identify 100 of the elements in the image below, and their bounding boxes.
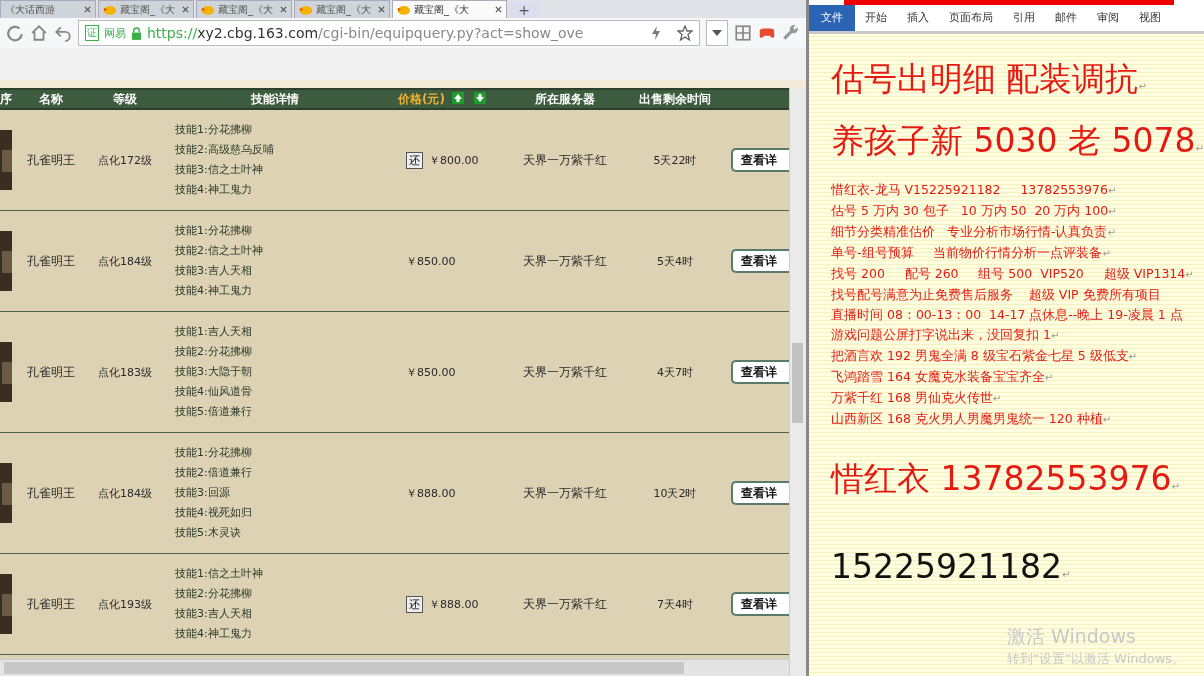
- close-icon[interactable]: [280, 6, 287, 13]
- table-cell-text: 5天22时: [652, 152, 698, 168]
- document-text: 惜红衣 13782553976: [831, 459, 1172, 498]
- paragraph-mark: ↵: [1044, 372, 1054, 383]
- paragraph-mark: ↵: [1185, 269, 1194, 280]
- home-icon[interactable]: [30, 24, 48, 42]
- view-details-button[interactable]: 查看详: [731, 249, 789, 273]
- vertical-scrollbar[interactable]: [789, 88, 806, 676]
- browser-tab[interactable]: 藏宝阁_《大: [294, 0, 390, 18]
- view-details-button[interactable]: 查看详: [731, 481, 789, 505]
- ribbon-tab[interactable]: 引用: [1003, 5, 1045, 31]
- skill-text: 技能3:吉人天相: [175, 606, 253, 622]
- grid-icon[interactable]: [734, 24, 752, 42]
- table-cell-text: 天界一万紫千红: [522, 151, 608, 169]
- skill-text: 技能4:神工鬼力: [175, 283, 253, 299]
- skill-text: 技能1:吉人天相: [175, 324, 253, 340]
- paragraph-mark: ↵: [1107, 185, 1117, 196]
- price-text: ￥850.00: [406, 253, 456, 269]
- table-cell-text: 天界一万紫千红: [522, 252, 608, 270]
- paragraph-mark: ↵: [1102, 414, 1111, 425]
- paragraph-mark: ↵: [1107, 227, 1116, 238]
- skill-text: 技能2:高级慈乌反哺: [175, 142, 275, 158]
- back-icon[interactable]: [54, 24, 72, 42]
- new-tab-button[interactable]: +: [509, 2, 539, 18]
- skill-text: 技能1:分花拂柳: [175, 445, 253, 461]
- skill-text: 技能4:仙风道骨: [175, 384, 253, 400]
- paragraph-mark: ↵: [1108, 206, 1117, 217]
- ribbon-tab[interactable]: 页面布局: [939, 5, 1003, 31]
- sort-down-icon[interactable]: [474, 92, 486, 104]
- table-cell-text: 天界一万紫千红: [522, 595, 608, 613]
- close-icon[interactable]: [182, 6, 189, 13]
- document-text: 万紫千红 168 男仙克火传世: [831, 390, 993, 405]
- column-header: 所在服务器: [534, 90, 596, 108]
- view-details-button[interactable]: 查看详: [731, 360, 789, 384]
- paragraph-mark: ↵: [1171, 481, 1180, 492]
- table-cell-text: 点化183级: [97, 364, 153, 380]
- table-cell-text: 天界一万紫千红: [522, 484, 608, 502]
- view-details-button[interactable]: 查看详: [731, 148, 789, 172]
- paragraph-mark: ↵: [1061, 569, 1071, 580]
- skill-text: 技能5:倍道兼行: [175, 404, 253, 420]
- document-text: 把酒言欢 192 男鬼全满 8 级宝石紫金七星 5 级低支: [831, 348, 1129, 363]
- skill-text: 技能4:神工鬼力: [175, 182, 253, 198]
- ribbon-tab[interactable]: 邮件: [1045, 5, 1087, 31]
- browser-tab[interactable]: 《大话西游: [0, 0, 96, 18]
- skill-text: 技能2:分花拂柳: [175, 344, 253, 360]
- ribbon-tab[interactable]: 视图: [1129, 5, 1171, 31]
- paragraph-mark: ↵: [1138, 81, 1147, 92]
- close-icon[interactable]: [84, 6, 91, 13]
- document-text: 找号配号满意为止免费售后服务 超级 VIP 免费所有项目: [831, 287, 1161, 302]
- document-text: 飞鸿踏雪 164 女魔克水装备宝宝齐全: [831, 369, 1045, 384]
- star-icon[interactable]: [677, 25, 693, 41]
- skill-text: 技能2:分花拂柳: [175, 586, 253, 602]
- sort-up-icon[interactable]: [452, 92, 464, 104]
- caret-icon: [712, 30, 722, 36]
- price-text: ￥800.00: [429, 152, 479, 168]
- ribbon-tab[interactable]: 文件: [809, 5, 855, 31]
- document-text: 直播时间 08：00-13：00 14-17 点休息--晚上 19-凌晨 1 点: [831, 307, 1183, 322]
- column-header: 技能详情: [250, 90, 300, 108]
- skill-text: 技能3:吉人天相: [175, 263, 253, 279]
- paragraph-mark: ↵: [1128, 351, 1137, 362]
- browser-tab[interactable]: 藏宝阁_《大: [98, 0, 194, 18]
- horizontal-scrollbar[interactable]: [0, 659, 789, 676]
- skill-text: 技能3:大隐于朝: [175, 364, 253, 380]
- browser-tab[interactable]: 藏宝阁_《大: [196, 0, 292, 18]
- table-cell-text: 孔雀明王: [26, 363, 76, 381]
- column-header: 等级: [112, 90, 138, 108]
- column-header: 出售剩余时间: [638, 90, 712, 108]
- skill-text: 技能4:神工鬼力: [175, 626, 253, 642]
- table-cell-text: 点化184级: [97, 253, 153, 269]
- table-cell-text: 点化184级: [97, 485, 153, 501]
- dropdown-button[interactable]: [706, 20, 728, 46]
- skill-text: 技能2:倍道兼行: [175, 465, 253, 481]
- skill-text: 技能1:分花拂柳: [175, 223, 253, 239]
- document-text: 游戏问题公屏打字说出来，没回复扣 1: [831, 327, 1051, 342]
- price-text: ￥888.00: [429, 596, 479, 612]
- table-cell-text: 7天4时: [656, 596, 694, 612]
- skill-text: 技能5:木灵诀: [175, 525, 242, 541]
- document-text: 山西新区 168 克火男人男魔男鬼统一 120 种植: [831, 411, 1103, 426]
- view-details-button[interactable]: 查看详: [731, 592, 789, 616]
- bargain-tag: 还: [406, 595, 423, 613]
- skill-text: 技能3:回源: [175, 485, 231, 501]
- close-icon[interactable]: [495, 6, 502, 13]
- document-text: 估号 5 万内 30 包子 10 万内 50 20 万内 100: [831, 203, 1109, 218]
- address-bar[interactable]: 证 网易 https://xy2.cbg.163.com/cgi-bin/equipquery.py?act=show_ove: [78, 20, 700, 46]
- skill-text: 技能3:信之土叶神: [175, 162, 264, 178]
- table-cell-text: 10天2时: [652, 485, 698, 501]
- table-cell-text: 天界一万紫千红: [522, 363, 608, 381]
- document-text: 养孩子新 5030 老 5078: [831, 121, 1196, 160]
- close-icon[interactable]: [378, 6, 385, 13]
- wrench-icon[interactable]: [782, 24, 800, 42]
- site-label: 网易: [104, 25, 126, 41]
- table-cell-text: 4天7时: [656, 364, 694, 380]
- paragraph-mark: ↵: [1050, 330, 1060, 341]
- skill-text: 技能1:分花拂柳: [175, 122, 253, 138]
- browser-tab[interactable]: 藏宝阁_《大: [392, 0, 507, 18]
- column-header: 序: [0, 90, 12, 108]
- ribbon-tab[interactable]: 审阅: [1087, 5, 1129, 31]
- refresh-icon[interactable]: [6, 24, 24, 42]
- ribbon-tab[interactable]: 插入: [897, 5, 939, 31]
- ribbon-tab[interactable]: 开始: [855, 5, 897, 31]
